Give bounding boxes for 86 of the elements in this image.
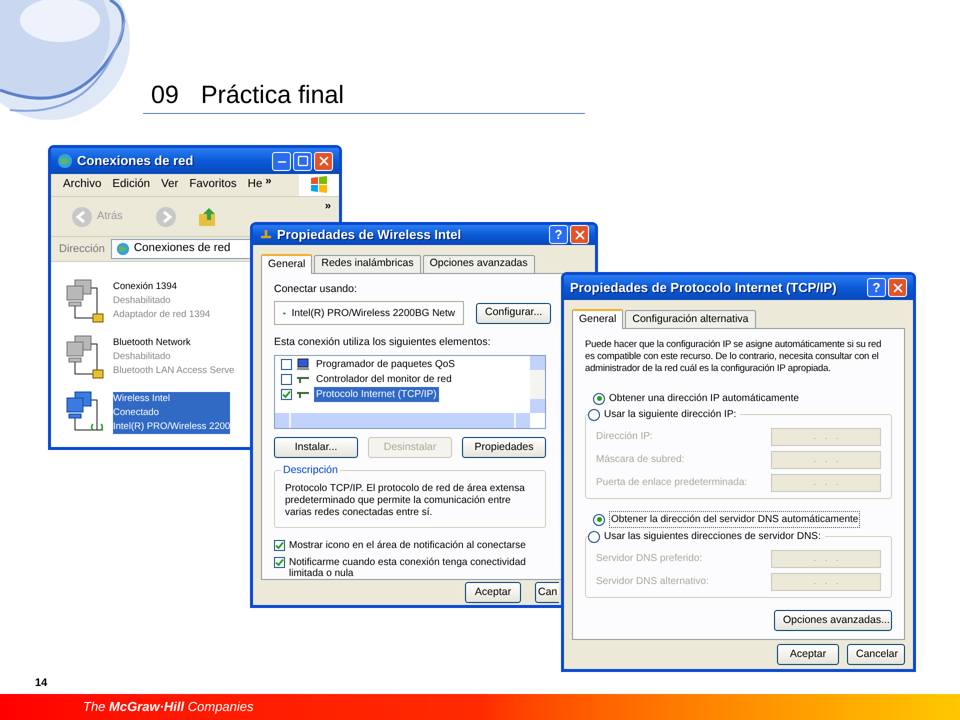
tab[interactable]: Redes inalámbricas — [314, 254, 421, 272]
window-title: Conexiones de red — [77, 152, 194, 170]
connection-device: Intel(R) PRO/Wireless 2200 — [113, 420, 230, 434]
close-button[interactable] — [888, 278, 907, 297]
connection-status: Deshabilitado — [113, 350, 172, 364]
component-label: Controlador del monitor de red — [315, 373, 453, 387]
help-button[interactable]: ? — [867, 278, 886, 297]
radio-label: Obtener una dirección IP automáticamente — [609, 392, 799, 406]
address-label: Dirección — [59, 242, 105, 257]
action-button[interactable]: Instalar... — [274, 437, 358, 458]
description-text: Protocolo TCP/IP. El protocolo de red de área extensa predeterminado que permite la comunicación entre varias redes conectadas entre sí. — [285, 483, 526, 519]
radio-button[interactable] — [593, 514, 605, 526]
checkbox[interactable] — [274, 540, 285, 551]
connection-name: Bluetooth Network — [113, 336, 192, 350]
maximize-button[interactable] — [293, 152, 312, 170]
tab[interactable]: Configuración alternativa — [625, 310, 756, 328]
component-item[interactable]: Controlador del monitor de red — [281, 373, 530, 386]
option-label: Mostrar icono en el área de notificación al conectarse — [289, 540, 526, 551]
maximize-icon — [296, 155, 308, 167]
vertical-scrollbar[interactable] — [530, 356, 545, 413]
option-label: Notificarme cuando esta conexión tenga conectividad limitada o nula — [289, 557, 527, 579]
close-button[interactable] — [570, 225, 589, 244]
close-icon — [572, 228, 586, 242]
close-icon — [890, 280, 904, 294]
checkbox[interactable] — [281, 359, 292, 370]
tab[interactable]: General — [572, 309, 624, 329]
publisher-logo: The McGraw·Hill Companies — [83, 698, 254, 716]
field-label: Dirección IP: — [596, 430, 653, 444]
chapter-number: 09 — [151, 80, 179, 111]
minimize-button[interactable] — [272, 152, 291, 170]
field-label: Máscara de subred: — [596, 453, 684, 467]
close-icon — [316, 154, 330, 168]
menu-item[interactable]: Favoritos — [189, 176, 237, 194]
check-icon — [282, 390, 291, 399]
cancel-button[interactable]: Cancelar — [847, 644, 905, 665]
advanced-options-button[interactable]: Opciones avanzadas... — [774, 610, 892, 631]
toolbar-more[interactable]: » — [324, 198, 331, 215]
menu-item[interactable]: Edición — [112, 176, 150, 194]
connection-name: Wireless Intel — [113, 392, 172, 406]
checkbox[interactable] — [281, 389, 292, 400]
globe-icon — [57, 153, 73, 169]
connection-item[interactable]: Conexión 1394 Deshabilitado Adaptador de red 1394 — [63, 278, 249, 324]
menu-item[interactable]: Ver — [161, 176, 178, 194]
radio-label: Usar la siguiente dirección IP: — [604, 408, 736, 422]
connection-item[interactable]: Bluetooth Network Deshabilitado Bluetooth LAN Access Serve — [63, 334, 249, 380]
ok-button[interactable]: Aceptar — [777, 644, 839, 665]
connection-status: Deshabilitado — [113, 294, 172, 308]
action-button[interactable]: Propiedades — [462, 437, 546, 458]
intro-text: Puede hacer que la configuración IP se asigne automáticamente si su red es compatible con este recurso. De lo contrario, necesita consultar con el administrador de la red cuál es la configuración IP apropiada. — [585, 339, 882, 375]
tab[interactable]: General — [261, 254, 312, 274]
connection-name: Conexión 1394 — [113, 280, 178, 294]
radio-label: Usar las siguientes direcciones de servidor DNS: — [604, 530, 821, 544]
field-label: Puerta de enlace predeterminada: — [596, 476, 748, 490]
radio-button[interactable] — [588, 408, 600, 420]
menu-more[interactable]: » — [265, 172, 272, 190]
components-label: Esta conexión utiliza los siguientes elementos: — [274, 335, 492, 350]
monitor-icon — [296, 358, 310, 371]
adapter-field: Intel(R) PRO/Wireless 2200BG Netw — [274, 301, 464, 326]
cancel-button[interactable]: Can — [535, 582, 559, 603]
checkbox[interactable] — [274, 557, 285, 568]
tab[interactable]: Opciones avanzadas — [422, 254, 535, 272]
checkbox[interactable] — [281, 374, 292, 385]
component-item[interactable]: Programador de paquetes QoS — [281, 358, 530, 371]
connection-device: Adaptador de red 1394 — [113, 308, 210, 322]
connection-device: Bluetooth LAN Access Serve — [113, 364, 234, 378]
horizontal-scrollbar[interactable] — [275, 413, 530, 428]
help-button[interactable]: ? — [549, 225, 568, 244]
radio-label: Obtener la dirección del servidor DNS automáticamente — [609, 511, 860, 528]
ok-button[interactable]: Aceptar — [465, 582, 521, 603]
field-label: Servidor DNS preferido: — [596, 552, 702, 566]
component-label: Protocolo Internet (TCP/IP) — [314, 387, 439, 402]
globe-icon — [116, 242, 130, 256]
radio-button[interactable] — [588, 530, 600, 542]
configure-button[interactable]: Configurar... — [476, 302, 552, 324]
slide-title: Práctica final — [200, 80, 344, 111]
close-button[interactable] — [314, 152, 333, 170]
menu-item[interactable]: Archivo — [63, 176, 102, 194]
windows-logo — [310, 176, 328, 194]
component-label: Programador de paquetes QoS — [315, 358, 456, 372]
radio-button[interactable] — [593, 392, 605, 404]
component-item[interactable]: Protocolo Internet (TCP/IP) — [281, 388, 530, 401]
connection-status: Conectado — [113, 406, 160, 420]
page-number: 14 — [35, 676, 48, 691]
menu-item[interactable]: He — [248, 176, 262, 194]
field-label: Servidor DNS alternativo: — [596, 575, 709, 589]
window-title: Propiedades de Protocolo Internet (TCP/IP) — [570, 278, 837, 297]
